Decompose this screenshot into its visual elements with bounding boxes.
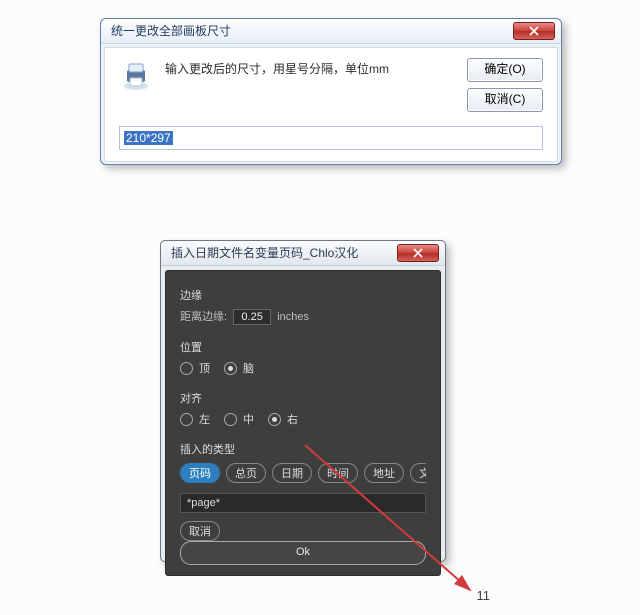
align-radio-left[interactable] — [180, 413, 193, 426]
printer-icon — [119, 58, 153, 92]
size-input[interactable]: 210*297 — [119, 126, 543, 150]
size-input-value: 210*297 — [124, 131, 173, 145]
insert-variable-dialog: 插入日期文件名变量页码_Chlo汉化 边缘 距离边缘: 0.25 inches … — [160, 240, 446, 562]
resize-artboards-dialog: 统一更改全部画板尺寸 输入更改后的尺寸，用星号分隔，单位mm 确定(O) 取消(… — [100, 18, 562, 165]
type-section-label: 插入的类型 — [180, 441, 426, 457]
position-radio-top[interactable] — [180, 362, 193, 375]
position-label-top: 顶 — [199, 360, 210, 376]
dialog1-body: 输入更改后的尺寸，用星号分隔，单位mm 确定(O) 取消(C) 210*297 — [104, 47, 558, 162]
ok-button[interactable]: Ok — [180, 541, 426, 565]
margin-label: 距离边缘: — [180, 311, 227, 323]
align-label-right: 右 — [287, 411, 298, 427]
position-radio-group: 顶 脑 — [180, 360, 426, 376]
type-chip-group: 页码 总页 日期 时间 地址 文件名 — [180, 463, 426, 483]
type-chip-filename[interactable]: 文件名 — [410, 463, 426, 483]
dialog1-titlebar[interactable]: 统一更改全部画板尺寸 — [101, 19, 561, 44]
type-chip-date[interactable]: 日期 — [272, 463, 312, 483]
dialog1-message: 输入更改后的尺寸，用星号分隔，单位mm — [165, 60, 445, 77]
align-radio-right[interactable] — [268, 413, 281, 426]
type-chip-path[interactable]: 地址 — [364, 463, 404, 483]
dialog2-body: 边缘 距离边缘: 0.25 inches 位置 顶 脑 对齐 左 中 右 — [165, 270, 441, 576]
position-section-label: 位置 — [180, 339, 426, 355]
variable-input[interactable]: *page* — [180, 493, 426, 513]
close-icon[interactable] — [513, 22, 555, 40]
ok-button[interactable]: 确定(O) — [467, 58, 543, 82]
align-label-center: 中 — [243, 411, 254, 427]
margin-section-label: 边缘 — [180, 287, 426, 303]
align-label-left: 左 — [199, 411, 210, 427]
page-number: 11 — [477, 588, 491, 603]
align-radio-group: 左 中 右 — [180, 411, 426, 427]
cancel-button[interactable]: 取消(C) — [467, 88, 543, 112]
margin-value-input[interactable]: 0.25 — [233, 309, 271, 325]
margin-unit: inches — [277, 311, 309, 323]
dialog1-title: 统一更改全部画板尺寸 — [111, 19, 513, 43]
dialog2-titlebar[interactable]: 插入日期文件名变量页码_Chlo汉化 — [161, 241, 445, 266]
type-chip-total[interactable]: 总页 — [226, 463, 266, 483]
close-icon[interactable] — [397, 244, 439, 262]
position-radio-bottom[interactable] — [224, 362, 237, 375]
align-section-label: 对齐 — [180, 390, 426, 406]
dialog2-title: 插入日期文件名变量页码_Chlo汉化 — [171, 241, 397, 265]
margin-row: 距离边缘: 0.25 inches — [180, 308, 426, 325]
cancel-button[interactable]: 取消 — [180, 521, 220, 541]
align-radio-center[interactable] — [224, 413, 237, 426]
type-chip-time[interactable]: 时间 — [318, 463, 358, 483]
type-chip-page[interactable]: 页码 — [180, 463, 220, 483]
position-label-bottom: 脑 — [243, 360, 254, 376]
